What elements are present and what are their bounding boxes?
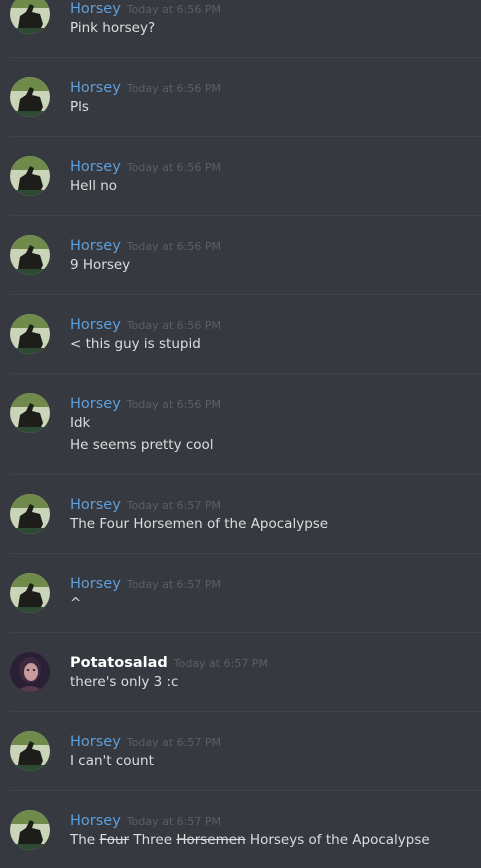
- message-text: 9 Horsey: [70, 257, 131, 273]
- message-text: there's only 3 :c: [70, 674, 179, 690]
- message-timestamp: Today at 6:56 PM: [126, 161, 221, 174]
- horse-rider-avatar-icon[interactable]: [10, 810, 50, 850]
- message-timestamp: Today at 6:56 PM: [126, 398, 221, 411]
- author-name[interactable]: Horsey: [70, 159, 121, 175]
- strikethrough-text: Horsemen: [176, 832, 246, 848]
- horse-rider-avatar-icon[interactable]: [10, 731, 50, 771]
- horse-rider-avatar-icon[interactable]: [10, 314, 50, 354]
- user-photo-avatar-icon[interactable]: [10, 652, 50, 692]
- message-timestamp: Today at 6:57 PM: [126, 578, 221, 591]
- horse-rider-avatar-icon[interactable]: [10, 573, 50, 613]
- message-timestamp: Today at 6:56 PM: [126, 3, 221, 16]
- message-divider: [10, 373, 481, 374]
- message-text: ^: [70, 595, 82, 611]
- message-divider: [10, 474, 481, 475]
- author-name[interactable]: Horsey: [70, 396, 121, 412]
- message-text: He seems pretty cool: [70, 437, 214, 453]
- text-segment: Horseys of the Apocalypse: [245, 832, 430, 848]
- message-text: The Four Three Horsemen Horseys of the A…: [70, 832, 430, 848]
- chat-message-list: Horsey Today at 6:56 PM Pink horsey? Hors…: [0, 0, 481, 868]
- author-name[interactable]: Potatosalad: [70, 655, 168, 671]
- message-divider: [10, 136, 481, 137]
- message-divider: [10, 57, 481, 58]
- message-text: The Four Horsemen of the Apocalypse: [70, 516, 329, 532]
- message-timestamp: Today at 6:56 PM: [126, 240, 221, 253]
- text-segment: Three: [129, 832, 177, 848]
- message-timestamp: Today at 6:57 PM: [173, 657, 268, 670]
- author-name[interactable]: Horsey: [70, 238, 121, 254]
- message-divider: [10, 632, 481, 633]
- message-text: I can't count: [70, 753, 154, 769]
- message-text: Hell no: [70, 178, 118, 194]
- message-divider: [10, 294, 481, 295]
- author-name[interactable]: Horsey: [70, 734, 121, 750]
- horse-rider-avatar-icon[interactable]: [10, 156, 50, 196]
- message-text: < this guy is stupid: [70, 336, 201, 352]
- message-timestamp: Today at 6:56 PM: [126, 82, 221, 95]
- message-text: Pls: [70, 99, 89, 115]
- author-name[interactable]: Horsey: [70, 1, 121, 17]
- author-name[interactable]: Horsey: [70, 576, 121, 592]
- message-timestamp: Today at 6:57 PM: [126, 815, 221, 828]
- message-divider: [10, 711, 481, 712]
- message-timestamp: Today at 6:57 PM: [126, 499, 221, 512]
- horse-rider-avatar-icon[interactable]: [10, 77, 50, 117]
- text-segment: The: [70, 832, 100, 848]
- horse-rider-avatar-icon[interactable]: [10, 235, 50, 275]
- horse-rider-avatar-icon[interactable]: [10, 0, 50, 34]
- author-name[interactable]: Horsey: [70, 497, 121, 513]
- message-divider: [10, 215, 481, 216]
- message-text: Pink horsey?: [70, 20, 156, 36]
- author-name[interactable]: Horsey: [70, 317, 121, 333]
- author-name[interactable]: Horsey: [70, 80, 121, 96]
- message-divider: [10, 553, 481, 554]
- horse-rider-avatar-icon[interactable]: [10, 393, 50, 433]
- author-name[interactable]: Horsey: [70, 813, 121, 829]
- message-divider: [10, 790, 481, 791]
- strikethrough-text: Four: [99, 832, 130, 848]
- message-text: Idk: [70, 415, 91, 431]
- message-timestamp: Today at 6:56 PM: [126, 319, 221, 332]
- message-timestamp: Today at 6:57 PM: [126, 736, 221, 749]
- horse-rider-avatar-icon[interactable]: [10, 494, 50, 534]
